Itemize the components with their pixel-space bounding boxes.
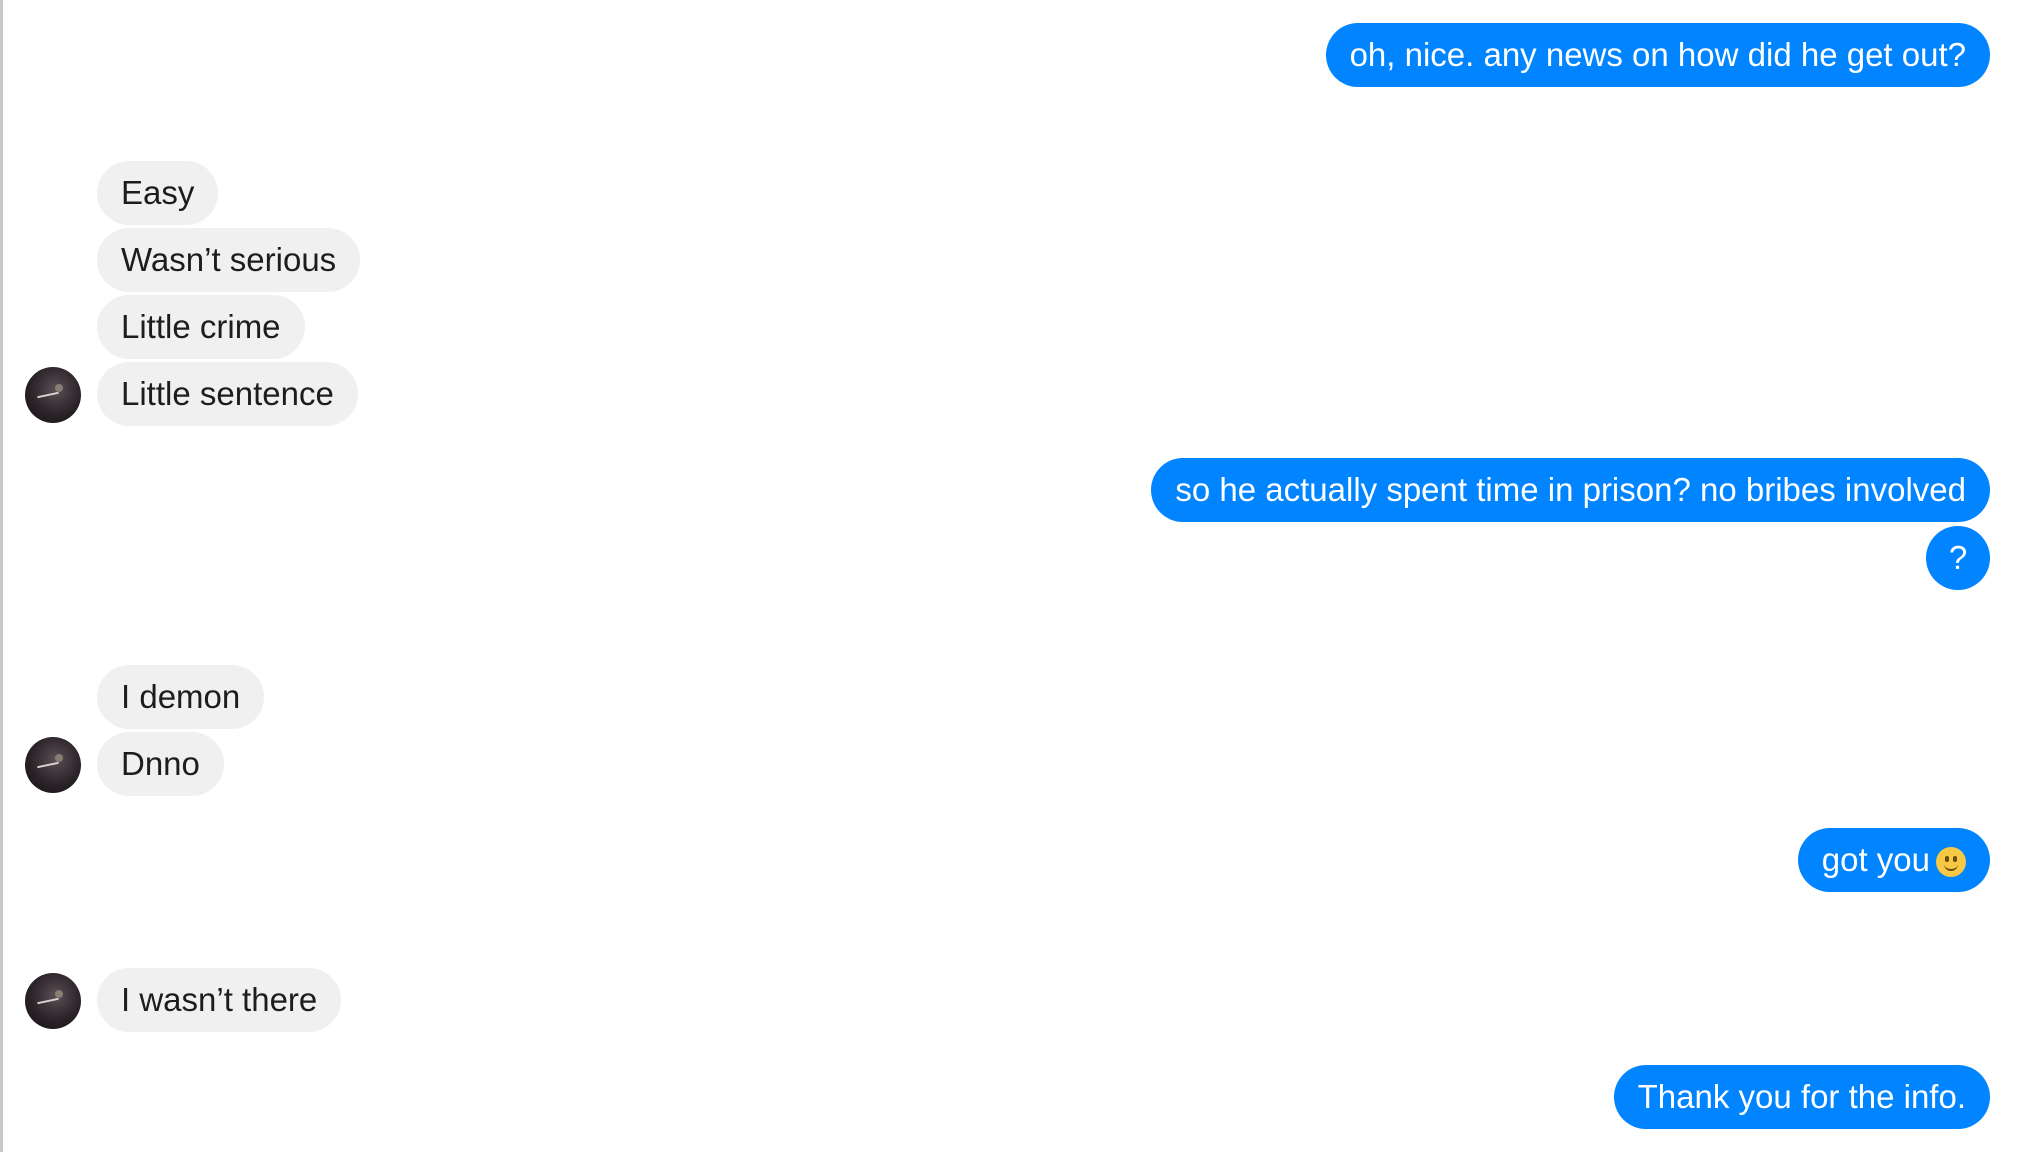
message-text: oh, nice. any news on how did he get out… [1349,36,1966,73]
message-bubble-outgoing[interactable]: oh, nice. any news on how did he get out… [1325,23,1990,87]
message-bubble-outgoing[interactable]: Thank you for the info. [1613,1065,1990,1129]
message-bubble-incoming[interactable]: Little crime [97,295,305,359]
message-bubble-incoming[interactable]: I demon [97,665,265,729]
message-bubble-outgoing[interactable]: so he actually spent time in prison? no … [1151,458,1990,522]
window-left-border [0,0,3,1152]
message-bubble-incoming[interactable]: Dnno [97,732,224,796]
avatar-photo-detail [37,761,59,769]
message-text: so he actually spent time in prison? no … [1175,471,1966,508]
message-bubble-incoming[interactable]: I wasn’t there [97,968,342,1032]
avatar-photo-detail [37,391,59,399]
avatar-photo-detail [37,997,59,1005]
message-text: Thank you for the info. [1637,1078,1966,1115]
slightly-smiling-face-icon [1936,847,1966,877]
message-text: ? [1948,539,1968,576]
message-text: Little sentence [121,375,334,412]
message-text: Wasn’t serious [121,241,337,278]
contact-avatar[interactable] [25,973,81,1029]
message-bubble-outgoing[interactable]: ? [1926,526,1990,590]
message-bubble-incoming[interactable]: Wasn’t serious [97,228,361,292]
message-text: I demon [121,678,241,715]
message-bubble-incoming[interactable]: Easy [97,161,219,225]
avatar-photo-detail [55,754,63,762]
message-bubble-outgoing[interactable]: got you [1797,828,1990,892]
contact-avatar[interactable] [25,737,81,793]
message-bubble-incoming[interactable]: Little sentence [97,362,358,426]
avatar-photo-detail [55,990,63,998]
message-text: Little crime [121,308,281,345]
message-text: Dnno [121,745,200,782]
message-text: Easy [121,174,195,211]
message-text: got you [1821,841,1930,878]
message-text: I wasn’t there [121,981,318,1018]
avatar-photo-detail [55,384,63,392]
contact-avatar[interactable] [25,367,81,423]
